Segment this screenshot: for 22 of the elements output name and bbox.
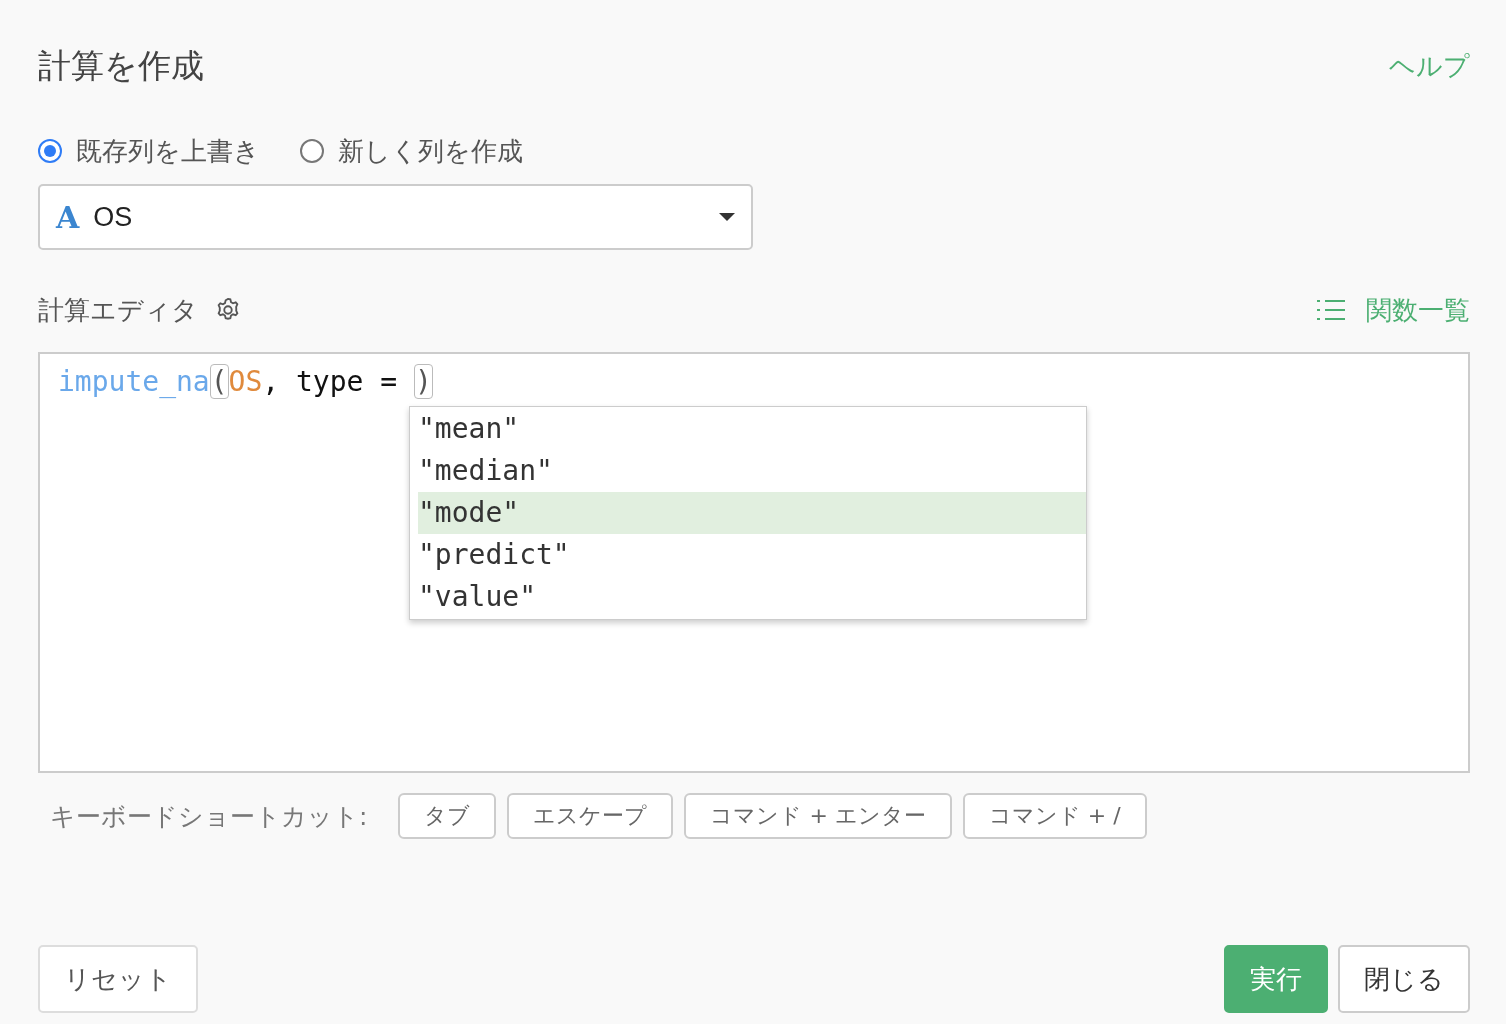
- radio-option[interactable]: 既存列を上書き: [38, 133, 260, 169]
- column-select[interactable]: A OS: [38, 184, 753, 250]
- suggestion-item[interactable]: "median": [418, 450, 1086, 492]
- shortcut-key: タブ: [398, 793, 497, 839]
- shortcuts-label: キーボードショートカット:: [50, 800, 368, 833]
- code-line: impute_na(OS, type = ): [58, 363, 433, 401]
- text-type-icon: A: [56, 199, 80, 235]
- radio-option[interactable]: 新しく列を作成: [300, 133, 523, 169]
- shortcut-key: エスケープ: [507, 793, 674, 839]
- dialog-title: 計算を作成: [38, 44, 204, 87]
- shortcut-key: コマンド + エンター: [684, 793, 952, 839]
- editor-label: 計算エディタ: [38, 293, 198, 327]
- suggestion-item[interactable]: "value": [418, 576, 1086, 618]
- caret-icon: [719, 213, 735, 221]
- suggestion-item[interactable]: "predict": [418, 534, 1086, 576]
- shortcut-key: コマンド + /: [962, 793, 1147, 839]
- code-editor[interactable]: impute_na(OS, type = ) "mean" "median" "mode" "predict" "value": [38, 352, 1470, 773]
- close-button[interactable]: 閉じる: [1338, 945, 1470, 1013]
- suggestion-item[interactable]: "mode": [418, 492, 1086, 534]
- suggestion-item[interactable]: "mean": [418, 408, 1086, 450]
- list-icon: [1316, 298, 1346, 322]
- reset-button[interactable]: リセット: [38, 945, 198, 1013]
